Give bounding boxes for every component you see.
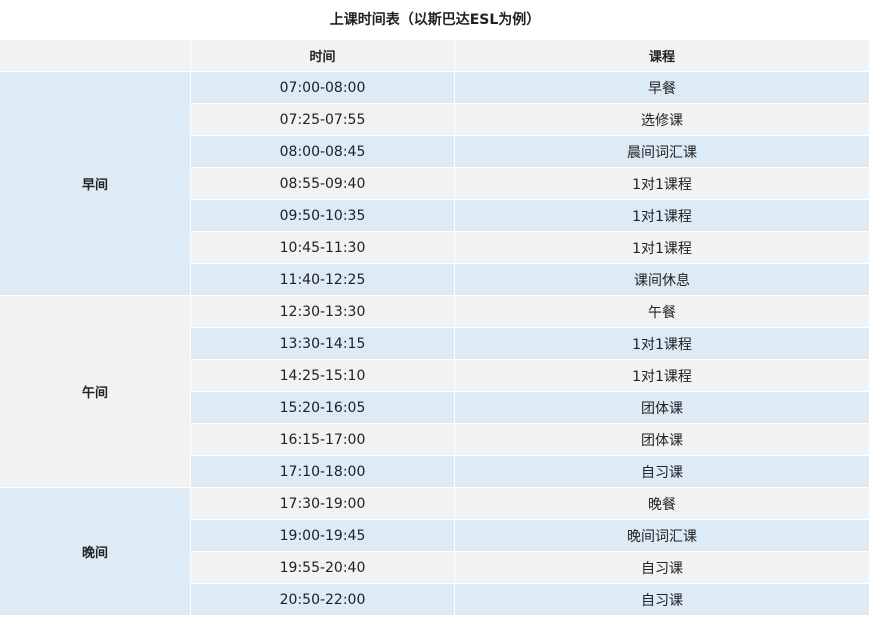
course-cell: 午餐 <box>454 296 869 328</box>
course-cell: 课间休息 <box>454 264 869 296</box>
course-cell: 1对1课程 <box>454 328 869 360</box>
time-cell: 08:00-08:45 <box>190 136 454 168</box>
course-cell: 自习课 <box>454 456 869 488</box>
course-cell: 1对1课程 <box>454 232 869 264</box>
course-cell: 团体课 <box>454 424 869 456</box>
course-cell: 自习课 <box>454 552 869 584</box>
time-cell: 11:40-12:25 <box>190 264 454 296</box>
schedule-table: 时间 课程 早间 07:00-08:00 早餐 07:25-07:55 选修课 08:00… <box>0 40 869 616</box>
period-label: 晚间 <box>0 488 190 616</box>
course-cell: 1对1课程 <box>454 200 869 232</box>
course-cell: 晚餐 <box>454 488 869 520</box>
table-body: 早间 07:00-08:00 早餐 07:25-07:55 选修课 08:00-08:45… <box>0 72 869 616</box>
time-cell: 17:30-19:00 <box>190 488 454 520</box>
table-row: 午间 12:30-13:30 午餐 <box>0 296 869 488</box>
header-time: 时间 <box>190 40 454 72</box>
course-cell: 自习课 <box>454 584 869 616</box>
time-cell: 17:10-18:00 <box>190 456 454 488</box>
course-cell: 晚间词汇课 <box>454 520 869 552</box>
period-label: 早间 <box>0 72 190 296</box>
time-cell: 07:25-07:55 <box>190 104 454 136</box>
header-row: 时间 课程 <box>0 40 869 72</box>
header-course: 课程 <box>454 40 869 72</box>
course-cell: 团体课 <box>454 392 869 424</box>
time-cell: 16:15-17:00 <box>190 424 454 456</box>
course-cell: 选修课 <box>454 104 869 136</box>
table-header: 时间 课程 <box>0 40 869 72</box>
header-period <box>0 40 190 72</box>
page-title: 上课时间表（以斯巴达ESL为例） <box>329 12 541 28</box>
time-cell: 09:50-10:35 <box>190 200 454 232</box>
time-cell: 07:00-08:00 <box>190 72 454 104</box>
course-cell: 早餐 <box>454 72 869 104</box>
time-cell: 15:20-16:05 <box>190 392 454 424</box>
time-cell: 19:55-20:40 <box>190 552 454 584</box>
time-cell: 14:25-15:10 <box>190 360 454 392</box>
time-cell: 13:30-14:15 <box>190 328 454 360</box>
table-row: 早间 07:00-08:00 早餐 <box>0 72 869 296</box>
time-cell: 19:00-19:45 <box>190 520 454 552</box>
course-cell: 1对1课程 <box>454 360 869 392</box>
table-row: 晚间 17:30-19:00 晚餐 <box>0 488 869 616</box>
time-cell: 08:55-09:40 <box>190 168 454 200</box>
time-cell: 20:50-22:00 <box>190 584 454 616</box>
period-label: 午间 <box>0 296 190 488</box>
time-cell: 10:45-11:30 <box>190 232 454 264</box>
time-cell: 12:30-13:30 <box>190 296 454 328</box>
course-cell: 1对1课程 <box>454 168 869 200</box>
course-cell: 晨间词汇课 <box>454 136 869 168</box>
